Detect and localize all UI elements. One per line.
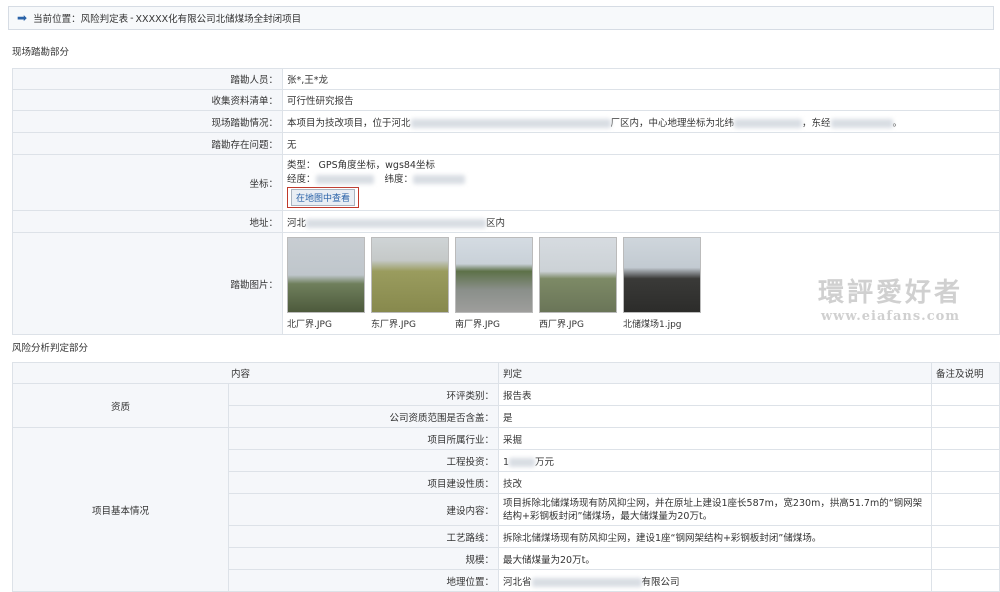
photo-item[interactable]: 东厂界.JPG (371, 237, 449, 330)
redacted-text (734, 118, 803, 128)
table-row: 资质 环评类别： 报告表 (12, 383, 1000, 428)
photo-south-boundary[interactable] (455, 237, 533, 313)
header-note: 备注及说明 (931, 362, 1000, 384)
table-row: 收集资料清单： 可行性研究报告 (12, 89, 1000, 111)
table-row: 现场踏勘情况： 本项目为技改项目，位于河北 厂区内，中心地理坐标为北纬 ，东经。 (12, 110, 1000, 133)
redacted-text (531, 577, 642, 587)
table-row: 地址： 河北 区内 (12, 210, 1000, 233)
breadcrumb-page[interactable]: 风险判定表 (81, 11, 129, 25)
investment-value: 1 万元 (498, 449, 932, 472)
photo-east-boundary[interactable] (371, 237, 449, 313)
surveyors-label: 踏勘人员： (12, 68, 283, 90)
redacted-text (830, 118, 893, 128)
photo-item[interactable]: 北厂界.JPG (287, 237, 365, 330)
problems-value: 无 (282, 132, 1000, 155)
breadcrumb: ➡ 当前位置 ： 风险判定表 - XXXXX化有限公司北储煤场全封闭项目 (8, 6, 994, 30)
breadcrumb-colon: ： (71, 14, 81, 25)
industry-value: 采掘 (498, 427, 932, 450)
breadcrumb-prefix: 当前位置 (33, 14, 72, 25)
coords-label: 坐标： (12, 154, 283, 211)
photo-west-boundary[interactable] (539, 237, 617, 313)
note-cell (931, 449, 1000, 472)
risk-table: 内容 判定 备注及说明 资质 环评类别： 报告表 公司资质范围是否含盖： 是 项… (12, 362, 1000, 592)
breadcrumb-separator: - (130, 12, 134, 24)
redacted-text (306, 218, 487, 228)
table-row: 踏勘存在问题： 无 (12, 132, 1000, 155)
photo-item[interactable]: 南厂界.JPG (455, 237, 533, 330)
watermark-url: www.eiafans.com (820, 309, 961, 324)
view-on-map-button[interactable]: 在地图中查看 (287, 187, 360, 208)
breadcrumb-project: XXXXX化有限公司北储煤场全封闭项目 (135, 14, 302, 25)
header-content: 内容 (12, 362, 499, 384)
scope-value: 是 (498, 405, 932, 428)
address-label: 地址： (12, 210, 283, 233)
table-row: 项目基本情况 项目所属行业： 采掘 (12, 427, 1000, 592)
eia-type-label: 环评类别： (228, 383, 499, 406)
problems-label: 踏勘存在问题： (12, 132, 283, 155)
process-value: 拆除北储煤场现有防风抑尘网，建设1座“钢网架结构+彩钢板封闭”储煤场。 (498, 525, 932, 548)
eia-type-value: 报告表 (498, 383, 932, 406)
coords-value: 类型： GPS角度坐标，wgs84坐标 经度： 纬度： 在地图中查看 (282, 154, 1000, 211)
scope-label: 公司资质范围是否含盖： (228, 405, 499, 428)
redacted-text (315, 175, 374, 184)
investment-label: 工程投资： (228, 449, 499, 472)
group-qualification: 资质 (12, 383, 229, 428)
note-cell (931, 525, 1000, 548)
situation-label: 现场踏勘情况： (12, 110, 283, 133)
surveyors-value: 张*,王*龙 (282, 68, 1000, 90)
site-section-title: 现场踏勘部分 (12, 47, 70, 58)
scale-value: 最大储煤量为20万t。 (498, 547, 932, 570)
header-judgment: 判定 (498, 362, 932, 384)
note-cell (931, 383, 1000, 406)
note-cell (931, 547, 1000, 570)
location-value: 河北省 有限公司 (498, 569, 932, 592)
redacted-text (509, 457, 536, 467)
content-value: 项目拆除北储煤场现有防风抑尘网，并在原址上建设1座长587m，宽230m，拱高5… (498, 493, 932, 526)
risk-section-title: 风险分析判定部分 (12, 343, 89, 354)
address-value: 河北 区内 (282, 210, 1000, 233)
process-label: 工艺路线： (228, 525, 499, 548)
nature-value: 技改 (498, 471, 932, 494)
materials-value: 可行性研究报告 (282, 89, 1000, 111)
situation-value: 本项目为技改项目，位于河北 厂区内，中心地理坐标为北纬 ，东经。 (282, 110, 1000, 133)
materials-label: 收集资料清单： (12, 89, 283, 111)
table-row: 坐标： 类型： GPS角度坐标，wgs84坐标 经度： 纬度： 在地图中查看 (12, 154, 1000, 211)
photos-label: 踏勘图片： (12, 232, 283, 335)
arrow-right-icon: ➡ (17, 11, 28, 25)
note-cell (931, 569, 1000, 592)
watermark-text: 環評愛好者 (818, 278, 964, 308)
table-row: 踏勘人员： 张*,王*龙 (12, 68, 1000, 90)
coords-lnglat: 经度： 纬度： (287, 171, 995, 185)
table-header-row: 内容 判定 备注及说明 (12, 362, 1000, 384)
industry-label: 项目所属行业： (228, 427, 499, 450)
content-label: 建设内容： (228, 493, 499, 526)
photo-item[interactable]: 西厂界.JPG (539, 237, 617, 330)
note-cell (931, 405, 1000, 428)
note-cell (931, 471, 1000, 494)
scale-label: 规模： (228, 547, 499, 570)
watermark-logo: 環評愛好者 www.eiafans.com (818, 272, 963, 324)
location-label: 地理位置： (228, 569, 499, 592)
photo-north-boundary[interactable] (287, 237, 365, 313)
coords-type: 类型： GPS角度坐标，wgs84坐标 (287, 160, 435, 171)
group-basic-info: 项目基本情况 (12, 427, 229, 592)
photo-item[interactable]: 北储煤场1.jpg (623, 237, 701, 330)
redacted-text (413, 175, 466, 184)
note-cell (931, 493, 1000, 526)
redacted-text (410, 118, 611, 128)
nature-label: 项目建设性质： (228, 471, 499, 494)
note-cell (931, 427, 1000, 450)
photo-coal-yard[interactable] (623, 237, 701, 313)
